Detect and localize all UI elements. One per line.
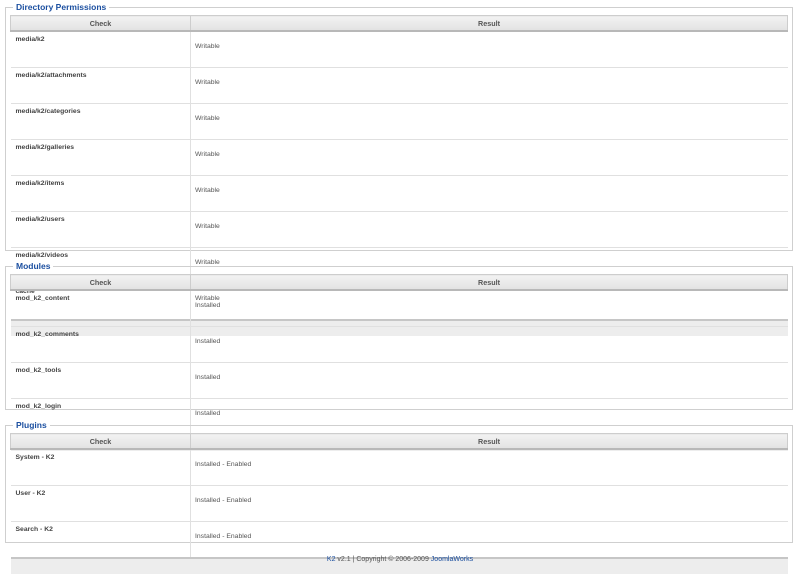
check-cell: media/k2/galleries — [10, 139, 191, 176]
page-footer: K2 v2.1 | Copyright © 2006-2009 JoomlaWo… — [0, 556, 800, 563]
table-row: media/k2 Writable — [10, 31, 788, 68]
result-cell: Installed - Enabled — [190, 449, 788, 486]
check-cell: media/k2/items — [10, 175, 191, 212]
product-link[interactable]: K2 — [327, 556, 336, 563]
table-row: mod_k2_content Installed — [10, 290, 788, 327]
table-row: User - K2 Installed - Enabled — [10, 485, 788, 522]
check-cell: media/k2 — [10, 31, 191, 68]
column-header-result: Result — [190, 274, 788, 291]
result-cell: Writable — [190, 103, 788, 140]
company-link[interactable]: JoomlaWorks — [431, 556, 473, 563]
check-cell: User - K2 — [10, 485, 191, 522]
column-header-check: Check — [10, 274, 191, 291]
result-cell: Writable — [190, 67, 788, 104]
check-cell: mod_k2_content — [10, 290, 191, 327]
result-cell: Installed — [190, 290, 788, 327]
directory-permissions-section: Directory Permissions Check Result media… — [5, 1, 793, 336]
result-cell: Writable — [190, 211, 788, 248]
table-row: media/k2/categories Writable — [10, 103, 788, 140]
table-row: mod_k2_comments Installed — [10, 326, 788, 363]
result-cell: Installed — [190, 326, 788, 363]
table-header-row: Check Result — [10, 274, 788, 291]
modules-section: Modules Check Result mod_k2_content Insta… — [5, 260, 793, 451]
table-row: System - K2 Installed - Enabled — [10, 449, 788, 486]
table-row: mod_k2_tools Installed — [10, 362, 788, 399]
plugins-section: Plugins Check Result System - K2 Installe… — [5, 419, 793, 574]
section-title: Modules — [13, 260, 54, 272]
check-cell: System - K2 — [10, 449, 191, 486]
table-row: media/k2/items Writable — [10, 175, 788, 212]
section-title: Directory Permissions — [13, 1, 110, 13]
table-row: media/k2/users Writable — [10, 211, 788, 248]
section-title: Plugins — [13, 419, 50, 431]
result-cell: Writable — [190, 31, 788, 68]
check-cell: media/k2/attachments — [10, 67, 191, 104]
check-cell: media/k2/categories — [10, 103, 191, 140]
column-header-check: Check — [10, 15, 191, 32]
column-header-result: Result — [190, 15, 788, 32]
plugins-table: Check Result System - K2 Installed - Enab… — [10, 433, 788, 574]
result-cell: Installed — [190, 362, 788, 399]
copyright-text: v2.1 | Copyright © 2006-2009 — [337, 556, 429, 563]
table-header-row: Check Result — [10, 433, 788, 450]
result-cell: Writable — [190, 139, 788, 176]
check-cell: mod_k2_comments — [10, 326, 191, 363]
check-cell: Search - K2 — [10, 521, 191, 559]
table-header-row: Check Result — [10, 15, 788, 32]
result-cell: Installed - Enabled — [190, 521, 788, 559]
column-header-result: Result — [190, 433, 788, 450]
table-row: media/k2/galleries Writable — [10, 139, 788, 176]
table-row: media/k2/attachments Writable — [10, 67, 788, 104]
check-cell: mod_k2_tools — [10, 362, 191, 399]
check-cell: media/k2/users — [10, 211, 191, 248]
table-row: Search - K2 Installed - Enabled — [10, 521, 788, 559]
column-header-check: Check — [10, 433, 191, 450]
result-cell: Writable — [190, 175, 788, 212]
result-cell: Installed - Enabled — [190, 485, 788, 522]
